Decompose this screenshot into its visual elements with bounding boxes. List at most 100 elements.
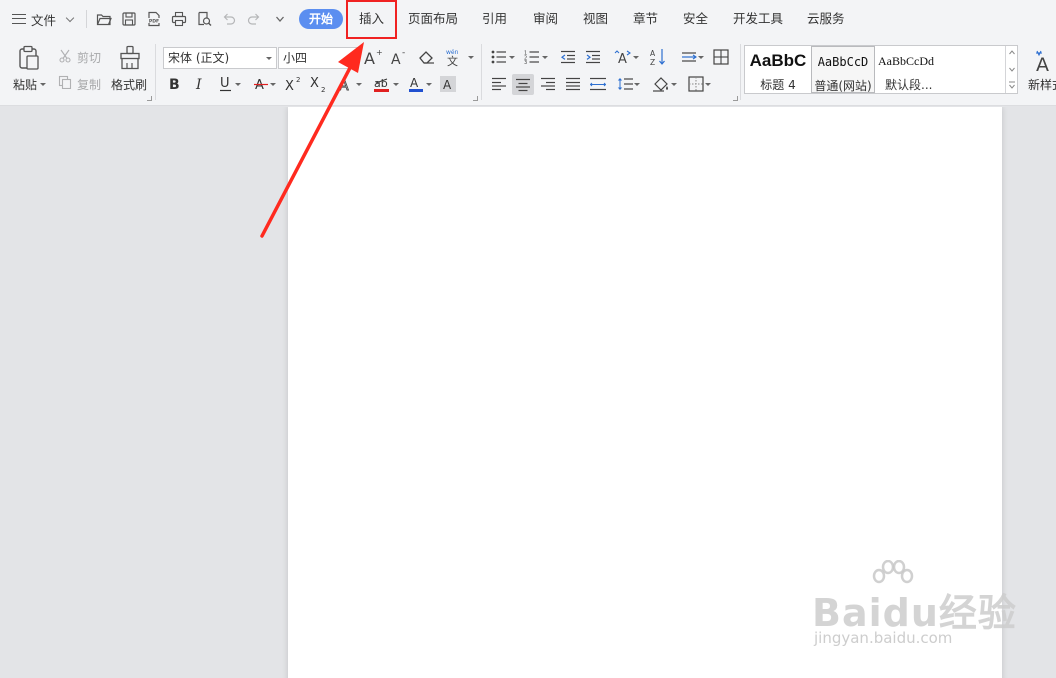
watermark-url-text: jingyan.baidu.com	[814, 629, 953, 647]
superscript-icon[interactable]: X2	[283, 73, 305, 95]
subscript-icon[interactable]: X2	[308, 73, 330, 95]
style-normal-web-name: 普通(网站)	[814, 79, 872, 93]
style-normal-web-preview: AaBbCcD	[817, 55, 869, 69]
styles-scrollbar[interactable]	[1005, 46, 1017, 93]
svg-text:A: A	[650, 49, 656, 58]
clear-format-icon[interactable]	[416, 46, 438, 68]
table-layout-icon[interactable]	[711, 46, 731, 68]
style-heading-4-name: 标题 4	[760, 78, 796, 92]
borders-icon[interactable]	[684, 73, 714, 95]
svg-text:X: X	[310, 76, 319, 91]
baidu-watermark: Baidu经验 jingyan.baidu.com	[812, 560, 1016, 660]
style-heading-4[interactable]: AaBbC 标题 4	[745, 46, 811, 93]
svg-text:A: A	[410, 76, 419, 90]
phonetic-guide-icon[interactable]: wén 文	[444, 46, 474, 68]
divider	[740, 44, 741, 100]
sort-icon[interactable]: AZ	[648, 46, 668, 68]
decrease-indent-icon[interactable]	[558, 46, 578, 68]
line-spacing-options-icon[interactable]	[677, 46, 707, 68]
strikethrough-icon[interactable]: A	[250, 73, 280, 95]
style-default-paragraph[interactable]: AaBbCcDd 默认段...	[875, 46, 1005, 93]
bullet-list-icon[interactable]	[489, 46, 517, 68]
style-normal-web[interactable]: AaBbCcD 普通(网站)	[811, 46, 875, 93]
pdf-icon[interactable]: PDF	[146, 11, 162, 27]
tab-references[interactable]: 引用	[482, 0, 507, 38]
align-left-icon[interactable]	[489, 73, 509, 95]
copy-icon[interactable]	[57, 74, 73, 90]
text-direction-icon[interactable]: A	[611, 46, 641, 68]
grow-font-icon[interactable]: A +	[362, 46, 384, 68]
tab-home[interactable]: 开始	[299, 9, 344, 29]
text-effect-icon[interactable]: A	[334, 73, 366, 95]
chevron-down-icon	[670, 82, 677, 86]
print-icon[interactable]	[171, 11, 187, 27]
chevron-down-icon	[266, 57, 272, 60]
cut-icon[interactable]	[57, 48, 73, 64]
font-color-icon[interactable]: A	[404, 73, 436, 95]
line-spacing-icon[interactable]	[613, 73, 643, 95]
paragraph-group-launcher[interactable]	[733, 96, 738, 101]
tab-cloud-services[interactable]: 云服务	[807, 0, 845, 38]
chevron-down-icon	[393, 82, 399, 86]
underline-icon[interactable]: U	[215, 73, 245, 95]
file-menu-label: 文件	[31, 12, 57, 28]
font-name-select[interactable]: 宋体 (正文)	[163, 47, 277, 69]
chevron-down-icon	[235, 82, 241, 86]
redo-icon[interactable]	[246, 11, 262, 27]
undo-icon[interactable]	[221, 11, 237, 27]
divider	[481, 44, 482, 100]
chevron-down-icon	[632, 55, 639, 59]
expand-gallery-icon	[1009, 84, 1015, 89]
scroll-up-icon	[1009, 50, 1015, 55]
tab-view[interactable]: 视图	[583, 0, 608, 38]
menu-bar: 文件 PDF 开始 插入 页面布局 引用 审阅 视图 章节 安全 开发工具 云服…	[0, 0, 1056, 38]
chevron-down-icon	[704, 82, 711, 86]
clipboard-group-launcher[interactable]	[147, 96, 152, 101]
distributed-align-icon[interactable]	[588, 73, 608, 95]
highlight-color-icon[interactable]: ab	[370, 73, 402, 95]
ribbon: 粘贴 剪切 复制 格式刷 宋体 (正文) 小四 A + A- wén 文 B I U	[0, 38, 1056, 106]
svg-text:U: U	[220, 76, 230, 91]
italic-icon[interactable]: I	[190, 73, 210, 95]
chevron-down-icon	[697, 55, 704, 59]
shading-icon[interactable]	[649, 73, 679, 95]
shrink-font-icon[interactable]: A-	[388, 46, 410, 68]
style-default-paragraph-name: 默认段...	[885, 78, 933, 92]
svg-text:A: A	[339, 78, 349, 92]
scroll-down-icon	[1009, 67, 1015, 72]
copy-button[interactable]: 复制	[77, 76, 101, 93]
tab-review[interactable]: 审阅	[533, 0, 558, 38]
justify-icon[interactable]	[563, 73, 583, 95]
tab-chapter[interactable]: 章节	[633, 0, 658, 38]
svg-text:PDF: PDF	[149, 18, 159, 24]
svg-text:X: X	[285, 79, 294, 92]
svg-text:Z: Z	[650, 58, 655, 66]
save-icon[interactable]	[121, 11, 137, 27]
paste-label: 粘贴	[13, 78, 38, 92]
character-shading-icon[interactable]: A	[438, 73, 458, 95]
new-style-button[interactable]: 新样式	[1028, 76, 1056, 93]
styles-gallery: AaBbC 标题 4 AaBbCcD 普通(网站) AaBbCcDd 默认段..…	[744, 45, 1018, 94]
paste-button[interactable]: 粘贴	[13, 76, 47, 93]
customize-icon[interactable]	[272, 11, 288, 27]
increase-indent-icon[interactable]	[583, 46, 603, 68]
file-menu[interactable]: 文件	[12, 0, 75, 38]
tab-security[interactable]: 安全	[683, 0, 708, 38]
tab-developer-tools[interactable]: 开发工具	[733, 0, 783, 38]
folder-open-icon[interactable]	[96, 11, 112, 27]
numbered-list-icon[interactable]: 123	[522, 46, 550, 68]
style-heading-4-preview: AaBbC	[749, 51, 807, 70]
new-style-icon[interactable]: A	[1033, 48, 1056, 74]
align-right-icon[interactable]	[538, 73, 558, 95]
font-size-select[interactable]: 小四	[278, 47, 358, 69]
paste-icon[interactable]	[14, 44, 44, 72]
chevron-down-icon	[347, 57, 353, 60]
cut-button[interactable]: 剪切	[77, 49, 101, 66]
format-painter-button[interactable]: 格式刷	[111, 76, 147, 93]
tab-page-layout[interactable]: 页面布局	[408, 0, 458, 38]
align-center-icon[interactable]	[512, 74, 534, 95]
format-painter-icon[interactable]	[116, 44, 144, 72]
print-preview-icon[interactable]	[196, 11, 212, 27]
bold-icon[interactable]: B	[165, 73, 185, 95]
font-group-launcher[interactable]	[473, 96, 478, 101]
